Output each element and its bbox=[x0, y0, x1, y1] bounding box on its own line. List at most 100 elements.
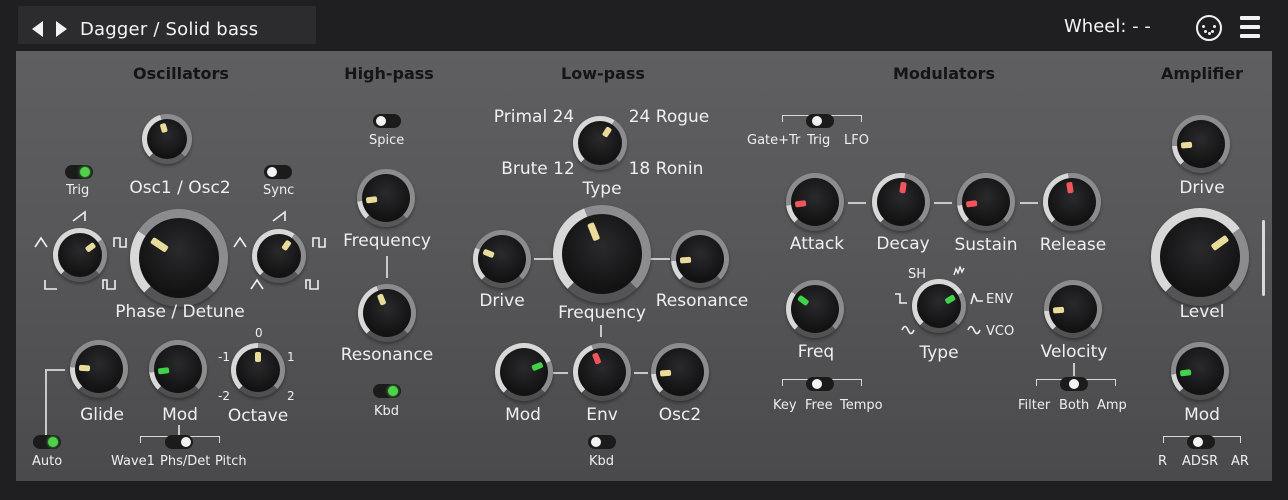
sync-toggle[interactable] bbox=[264, 165, 292, 179]
attack-knob[interactable] bbox=[786, 173, 844, 231]
section-title-amplifier: Amplifier bbox=[1160, 64, 1244, 83]
release-knob[interactable] bbox=[1043, 173, 1101, 231]
sine-wave-icon bbox=[901, 325, 915, 335]
square-wave-icon bbox=[312, 237, 326, 248]
knob-indicator bbox=[1180, 141, 1193, 149]
lfo-type-knob[interactable] bbox=[912, 279, 966, 333]
lfo-type-sh[interactable]: SH bbox=[908, 267, 926, 282]
osc-mod-knob[interactable] bbox=[149, 340, 207, 398]
trig-mode-lfo[interactable]: LFO bbox=[844, 133, 869, 148]
phase-detune-knob[interactable] bbox=[130, 209, 228, 307]
hp-resonance-label: Resonance bbox=[340, 345, 434, 365]
amp-env-adsr[interactable]: ADSR bbox=[1182, 454, 1218, 469]
wheel-readout: Wheel: - - bbox=[1064, 16, 1151, 37]
lp-env-knob[interactable] bbox=[573, 343, 631, 401]
mod-dest-wave1[interactable]: Wave1 bbox=[111, 454, 155, 469]
osc-mod-label: Mod bbox=[162, 405, 198, 425]
lp-type-knob[interactable] bbox=[573, 116, 627, 170]
hp-kbd-toggle[interactable] bbox=[373, 384, 401, 398]
octave-knob[interactable] bbox=[231, 343, 285, 397]
section-title-lowpass: Low-pass bbox=[561, 64, 645, 83]
knob-cap bbox=[562, 214, 642, 294]
auto-toggle[interactable] bbox=[33, 435, 61, 449]
release-label: Release bbox=[1039, 235, 1107, 255]
next-preset-icon[interactable] bbox=[56, 21, 67, 37]
trig-toggle[interactable] bbox=[65, 165, 93, 179]
velocity-destination-switch[interactable] bbox=[1060, 377, 1088, 391]
octave-tick-2: 2 bbox=[287, 389, 295, 403]
knob-cap bbox=[147, 119, 187, 159]
lp-kbd-toggle[interactable] bbox=[588, 435, 616, 449]
knob-cap bbox=[791, 285, 839, 333]
lfo-type-vco[interactable]: VCO bbox=[986, 324, 1014, 339]
trig-mode-trig[interactable]: Trig bbox=[807, 133, 830, 148]
amp-env-mode-switch[interactable] bbox=[1187, 435, 1215, 449]
section-title-modulators: Modulators bbox=[892, 64, 996, 83]
phase-detune-label: Phase / Detune bbox=[115, 302, 245, 322]
lfo-type-env[interactable]: ENV bbox=[986, 292, 1013, 307]
vel-dest-filter[interactable]: Filter bbox=[1018, 398, 1050, 413]
lp-type-ronin18[interactable]: 18 Ronin bbox=[629, 159, 704, 179]
mod-dest-phsdet[interactable]: Phs/Det bbox=[160, 454, 210, 469]
preset-name[interactable]: Dagger / Solid bass bbox=[80, 19, 258, 40]
pulse-wave-icon bbox=[305, 279, 319, 290]
hp-frequency-knob[interactable] bbox=[357, 169, 415, 227]
knob-cap bbox=[58, 233, 102, 277]
octave-tick-1: 1 bbox=[287, 350, 295, 364]
decay-knob[interactable] bbox=[872, 173, 930, 231]
lp-drive-knob[interactable] bbox=[473, 230, 531, 288]
lp-osc2-knob[interactable] bbox=[651, 343, 709, 401]
trig-mode-switch[interactable] bbox=[806, 114, 834, 128]
vel-dest-both[interactable]: Both bbox=[1059, 398, 1089, 413]
amp-drive-knob[interactable] bbox=[1172, 115, 1230, 173]
freq-mode-tempo[interactable]: Tempo bbox=[840, 398, 883, 413]
sustain-label: Sustain bbox=[954, 235, 1018, 255]
connector-line bbox=[634, 372, 648, 374]
scrollbar[interactable] bbox=[1262, 220, 1265, 296]
vel-dest-amp[interactable]: Amp bbox=[1097, 398, 1127, 413]
amp-env-ar[interactable]: AR bbox=[1231, 454, 1249, 469]
connector-line bbox=[45, 369, 47, 435]
amp-env-r[interactable]: R bbox=[1158, 454, 1167, 469]
section-title-highpass: High-pass bbox=[344, 64, 434, 83]
attack-label: Attack bbox=[789, 234, 845, 254]
osc2-wave-knob[interactable] bbox=[252, 229, 306, 283]
freq-mode-free[interactable]: Free bbox=[805, 398, 833, 413]
lp-mod-knob[interactable] bbox=[495, 343, 553, 401]
mod-dest-pitch[interactable]: Pitch bbox=[215, 454, 247, 469]
lp-type-brute12[interactable]: Brute 12 bbox=[501, 159, 575, 179]
lp-resonance-knob[interactable] bbox=[671, 230, 729, 288]
trig-mode-gatetr[interactable]: Gate+Tr bbox=[747, 133, 800, 148]
preset-selector[interactable]: Dagger / Solid bass bbox=[18, 6, 316, 44]
sustain-knob[interactable] bbox=[957, 173, 1015, 231]
amp-mod-knob[interactable] bbox=[1171, 342, 1229, 400]
knob-indicator bbox=[78, 364, 91, 372]
lp-type-primal24[interactable]: Primal 24 bbox=[494, 107, 574, 127]
spice-toggle[interactable] bbox=[373, 114, 401, 128]
amp-level-knob[interactable] bbox=[1151, 208, 1249, 306]
lfo-freq-knob[interactable] bbox=[786, 280, 844, 338]
previous-preset-icon[interactable] bbox=[32, 21, 43, 37]
mod-destination-switch[interactable] bbox=[165, 435, 193, 449]
connector-line bbox=[1073, 363, 1075, 376]
lp-frequency-knob[interactable] bbox=[553, 205, 651, 303]
midi-icon[interactable] bbox=[1196, 15, 1222, 41]
sync-label: Sync bbox=[263, 183, 295, 198]
lfo-freq-label: Freq bbox=[797, 342, 835, 362]
osc-mix-knob[interactable] bbox=[142, 114, 192, 164]
amp-mod-label: Mod bbox=[1184, 405, 1220, 425]
velocity-knob[interactable] bbox=[1044, 280, 1102, 338]
connector-line bbox=[45, 369, 65, 371]
triangle-wave-icon bbox=[34, 236, 48, 248]
lfo-freq-mode-switch[interactable] bbox=[806, 377, 834, 391]
velocity-label: Velocity bbox=[1040, 342, 1108, 362]
freq-mode-key[interactable]: Key bbox=[773, 398, 797, 413]
hp-resonance-knob[interactable] bbox=[358, 284, 416, 342]
hamburger-menu-icon[interactable] bbox=[1240, 16, 1260, 38]
glide-knob[interactable] bbox=[70, 340, 128, 398]
amp-level-label: Level bbox=[1179, 302, 1225, 322]
osc1-wave-knob[interactable] bbox=[53, 228, 107, 282]
knob-cap bbox=[363, 289, 411, 337]
knob-indicator bbox=[255, 352, 261, 362]
lp-type-rogue24[interactable]: 24 Rogue bbox=[629, 107, 710, 127]
